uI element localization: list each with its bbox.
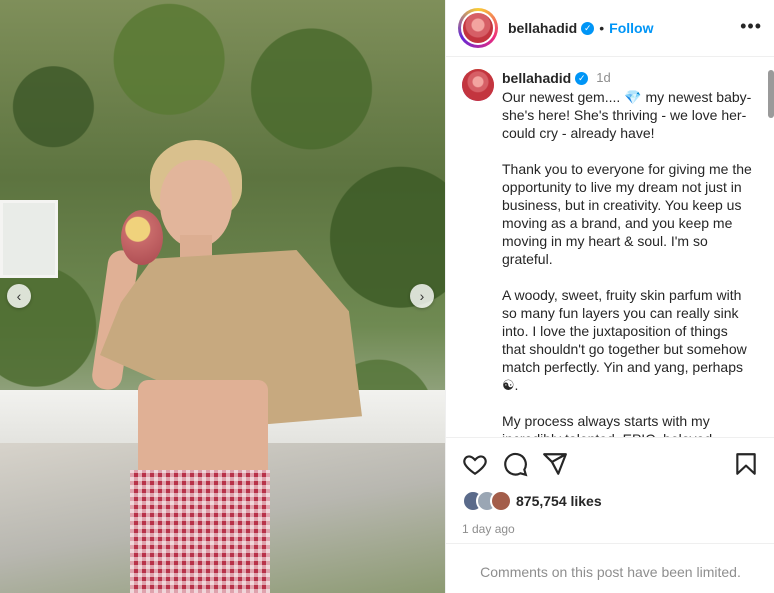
post-date[interactable]: 1 day ago xyxy=(462,522,759,536)
share-icon[interactable] xyxy=(542,451,568,477)
avatar[interactable] xyxy=(458,8,498,48)
post-sidebar: bellahadid ✓ • Follow ••• bellahadid ✓ 1… xyxy=(445,0,774,593)
likes-row[interactable]: 875,754 likes xyxy=(462,490,759,512)
caption-paragraph: Thank you to everyone for giving me the … xyxy=(502,161,752,267)
caption-paragraph: My process always starts with my incredi… xyxy=(502,413,712,437)
peach xyxy=(121,210,163,265)
separator: • xyxy=(599,20,605,36)
caption-username[interactable]: bellahadid xyxy=(502,69,571,87)
caption-avatar[interactable] xyxy=(462,69,494,101)
follow-button[interactable]: Follow xyxy=(609,20,653,36)
like-count[interactable]: 875,754 likes xyxy=(516,493,602,509)
prev-glyph: ‹ xyxy=(16,288,22,304)
verified-badge-icon: ✓ xyxy=(575,71,589,85)
verified-badge-icon: ✓ xyxy=(581,21,595,35)
action-bar: 875,754 likes 1 day ago xyxy=(446,437,774,536)
bookmark-icon[interactable] xyxy=(733,451,759,477)
chevron-left-icon[interactable]: ‹ xyxy=(7,284,31,308)
post-header: bellahadid ✓ • Follow ••• xyxy=(446,0,774,57)
username[interactable]: bellahadid xyxy=(508,20,577,36)
next-glyph: › xyxy=(419,288,425,304)
window xyxy=(0,200,58,278)
heart-icon[interactable] xyxy=(462,451,488,477)
comment-icon[interactable] xyxy=(502,451,528,477)
chevron-right-icon[interactable]: › xyxy=(410,284,434,308)
caption-paragraph: Our newest gem.... 💎 my newest baby- she… xyxy=(502,89,752,141)
caption-avatar-image xyxy=(462,69,494,101)
liker-avatars xyxy=(462,490,514,512)
scrollbar[interactable] xyxy=(768,70,774,118)
comments-limited-notice: Comments on this post have been limited. xyxy=(446,543,774,580)
post-media[interactable]: ‹ › xyxy=(0,0,445,593)
gingham-pants xyxy=(130,470,270,593)
avatar-image xyxy=(461,11,495,45)
post-time[interactable]: 1d xyxy=(596,69,610,87)
avatar xyxy=(490,490,512,512)
caption-area: bellahadid ✓ 1d Our newest gem.... 💎 my … xyxy=(446,57,774,437)
caption-paragraph: A woody, sweet, fruity skin parfum with … xyxy=(502,287,747,393)
more-horizontal-icon[interactable]: ••• xyxy=(740,16,762,37)
